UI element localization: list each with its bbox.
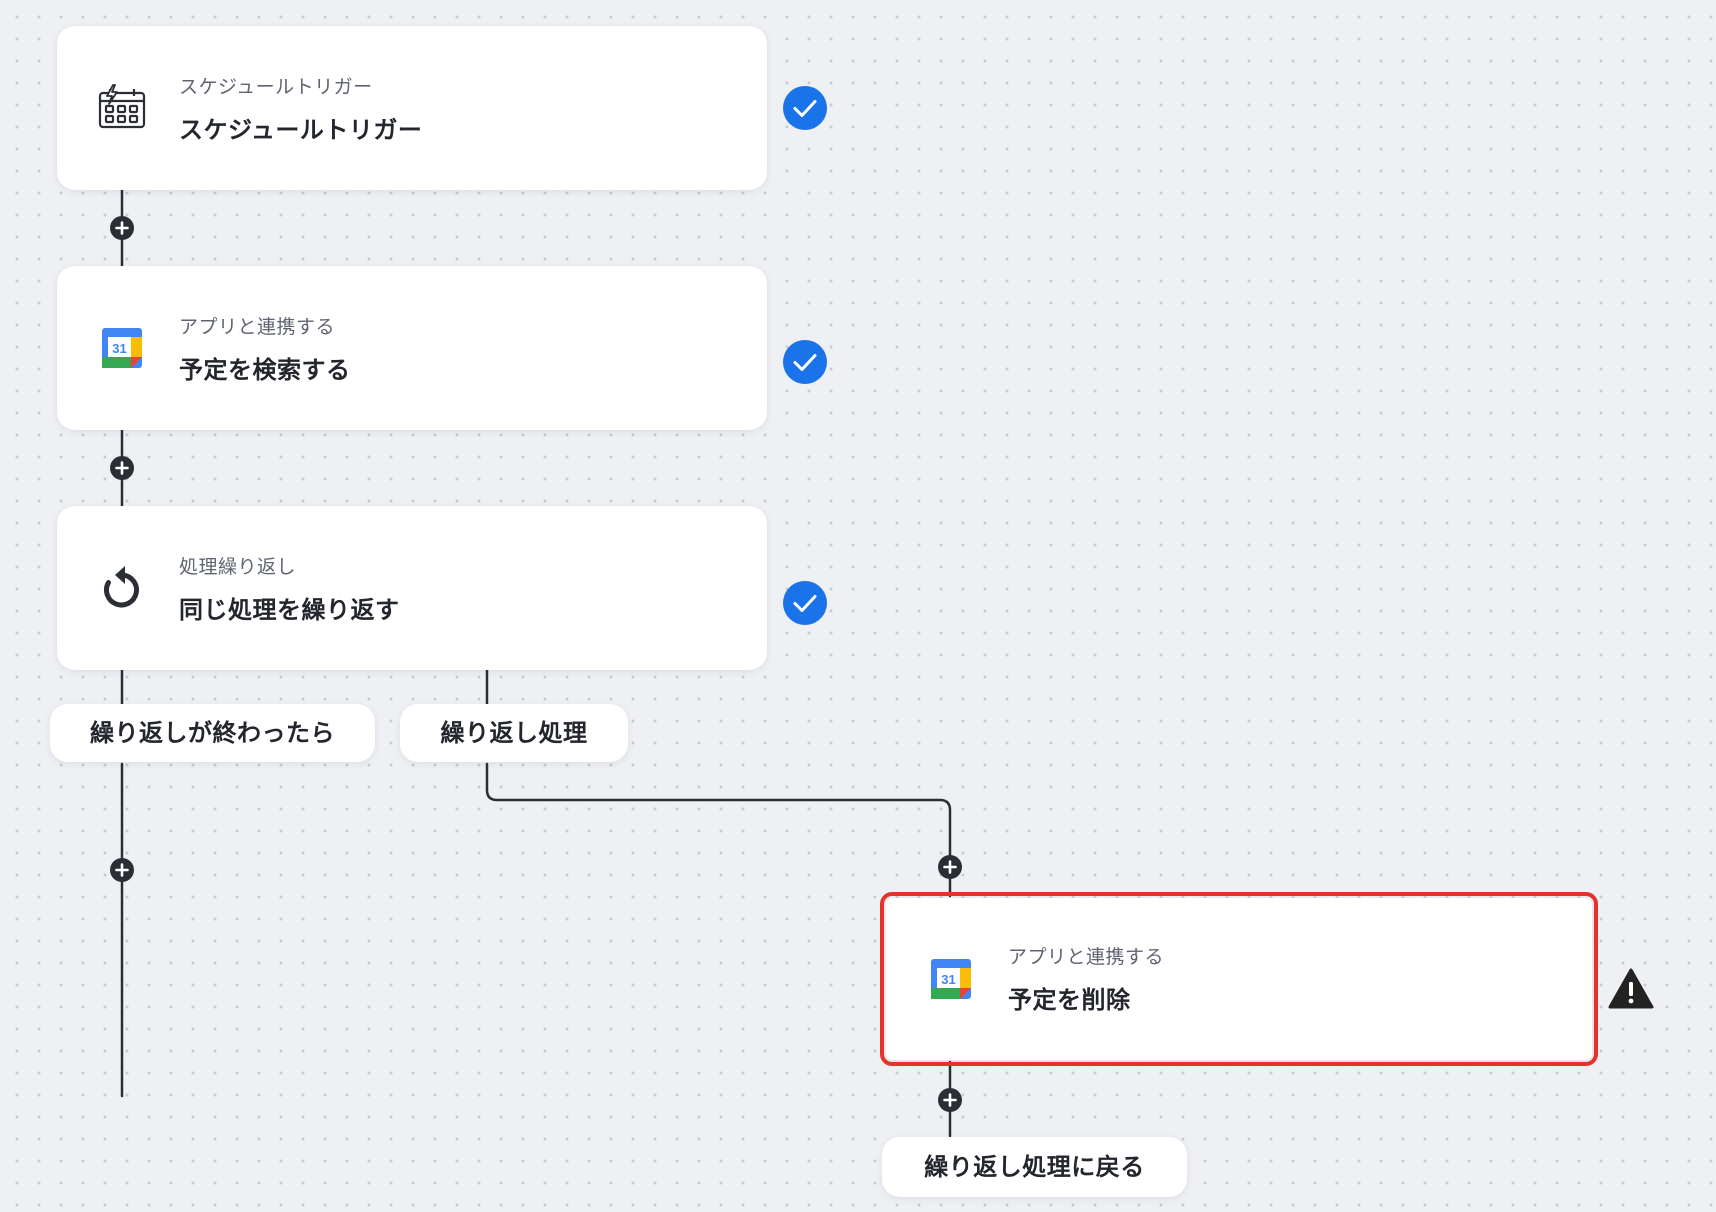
loop-icon bbox=[97, 563, 147, 613]
step-card-loop[interactable]: 処理繰り返し 同じ処理を繰り返す bbox=[57, 506, 767, 670]
step-card-delete-event[interactable]: 31 アプリと連携する 予定を削除 bbox=[880, 892, 1598, 1066]
step-title: 同じ処理を繰り返す bbox=[179, 596, 400, 624]
step-card-search-events[interactable]: 31 アプリと連携する 予定を検索する bbox=[57, 266, 767, 430]
add-step-button[interactable] bbox=[109, 455, 135, 481]
step-title: 予定を削除 bbox=[1008, 986, 1131, 1014]
step-title: スケジュールトリガー bbox=[179, 116, 423, 144]
check-circle-icon bbox=[782, 339, 828, 385]
step-subtitle: スケジュールトリガー bbox=[179, 76, 373, 98]
add-step-button[interactable] bbox=[109, 215, 135, 241]
step-subtitle: アプリと連携する bbox=[179, 316, 336, 338]
warning-icon bbox=[1608, 966, 1654, 1012]
step-card-schedule-trigger[interactable]: スケジュールトリガー スケジュールトリガー bbox=[57, 26, 767, 190]
google-calendar-icon: 31 bbox=[926, 954, 976, 1004]
check-circle-icon bbox=[782, 85, 828, 131]
workflow-canvas[interactable]: スケジュールトリガー スケジュールトリガー 31 アプリと連携する 予定を検索す… bbox=[0, 0, 1716, 1212]
google-calendar-icon: 31 bbox=[97, 323, 147, 373]
schedule-trigger-icon bbox=[97, 83, 147, 133]
branch-loop-body-label[interactable]: 繰り返し処理 bbox=[400, 704, 628, 762]
calendar-day-label: 31 bbox=[941, 972, 955, 987]
add-step-button[interactable] bbox=[109, 857, 135, 883]
calendar-day-label: 31 bbox=[112, 341, 126, 356]
check-circle-icon bbox=[782, 580, 828, 626]
add-step-button[interactable] bbox=[937, 854, 963, 880]
add-step-button[interactable] bbox=[937, 1087, 963, 1113]
branch-after-loop-label[interactable]: 繰り返しが終わったら bbox=[50, 704, 375, 762]
step-subtitle: 処理繰り返し bbox=[179, 556, 297, 578]
step-title: 予定を検索する bbox=[179, 356, 351, 384]
return-to-loop-label[interactable]: 繰り返し処理に戻る bbox=[882, 1137, 1187, 1197]
step-subtitle: アプリと連携する bbox=[1008, 946, 1165, 968]
